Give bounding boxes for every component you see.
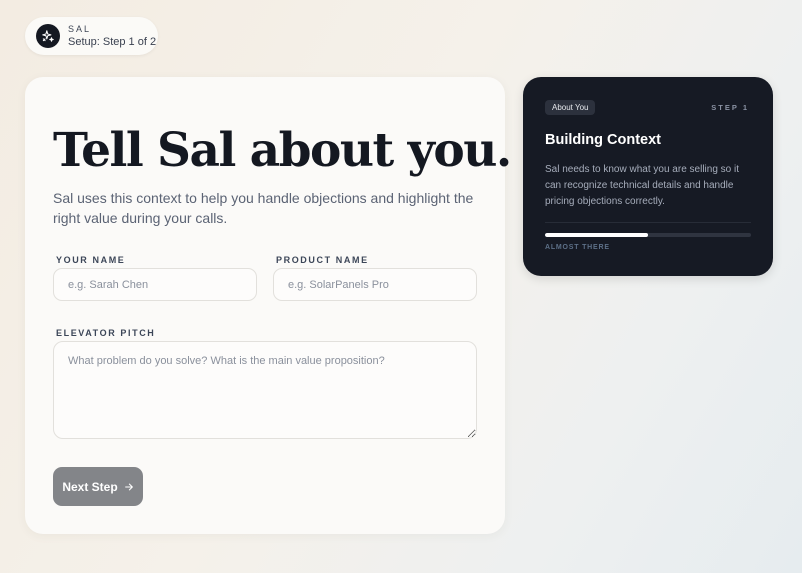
setup-step-indicator: Setup: Step 1 of 2	[68, 35, 157, 48]
progress-fill	[545, 233, 648, 237]
panel-title: Building Context	[545, 132, 661, 148]
panel-description: Sal needs to know what you are selling s…	[545, 164, 739, 207]
page-title: Tell Sal about you.	[53, 123, 512, 178]
step-label: STEP 1	[711, 103, 749, 112]
arrow-right-icon	[124, 483, 133, 490]
brand-pill: SAL Setup: Step 1 of 2	[25, 17, 158, 55]
setup-form-card: Tell Sal about you. Sal uses this contex…	[25, 77, 512, 534]
product-name-label: PRODUCT NAME	[276, 255, 369, 265]
progress-status: ALMOST THERE	[545, 244, 610, 251]
product-name-input[interactable]	[273, 268, 477, 301]
brand-text: SAL Setup: Step 1 of 2	[68, 24, 156, 49]
elevator-pitch-label: ELEVATOR PITCH	[56, 328, 156, 338]
next-step-button[interactable]: Next Step	[53, 467, 143, 506]
section-badge: About You	[545, 100, 596, 115]
panel-divider	[545, 222, 751, 223]
context-info-panel: About You STEP 1 Building Context Sal ne…	[523, 77, 773, 276]
elevator-pitch-textarea[interactable]	[53, 341, 477, 439]
progress-bar	[545, 233, 751, 237]
your-name-label: YOUR NAME	[56, 255, 126, 265]
sparkles-icon	[36, 24, 60, 48]
page-subtitle: Sal uses this context to help you handle…	[53, 190, 474, 226]
brand-name: SAL	[68, 23, 92, 34]
next-step-label: Next Step	[62, 479, 118, 494]
your-name-input[interactable]	[53, 268, 257, 301]
